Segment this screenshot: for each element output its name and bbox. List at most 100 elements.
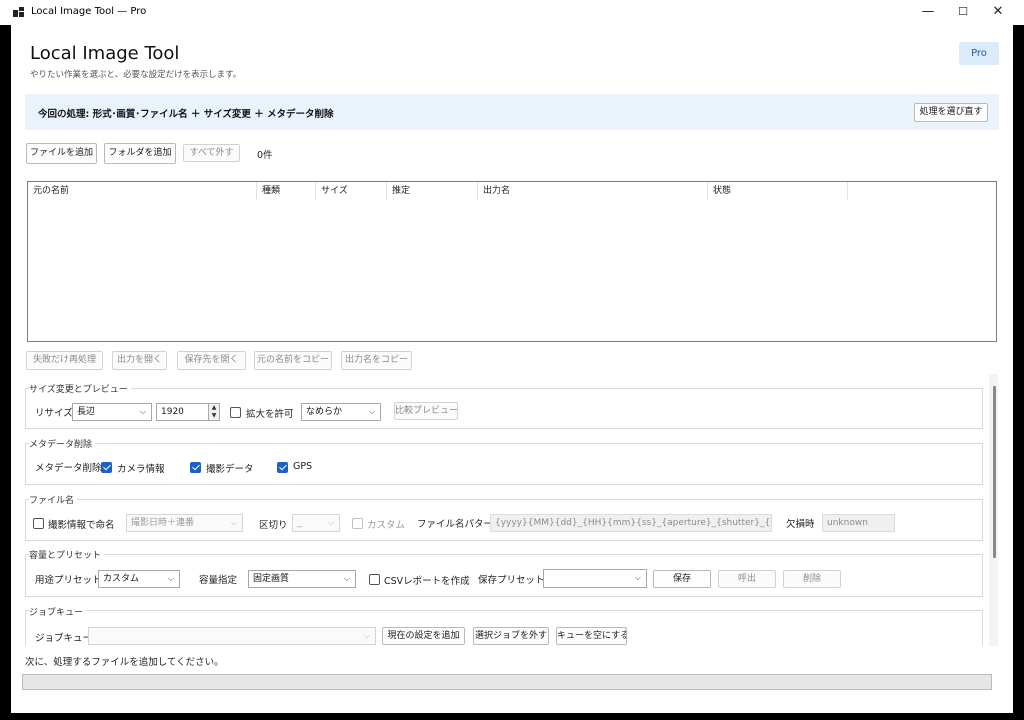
usage-preset-select[interactable]: カスタム ⌵	[98, 570, 180, 588]
queue-section-legend: ジョブキュー	[29, 605, 87, 618]
save-preset-select[interactable]: ⌵	[543, 569, 647, 588]
add-files-button[interactable]: ファイルを追加	[26, 143, 97, 164]
missing-value-input[interactable]: unknown	[822, 514, 895, 532]
chevron-down-icon: ⌵	[139, 407, 146, 416]
name-by-exif-label: 撮影情報で命名	[48, 520, 115, 531]
allow-enlarge-checkbox[interactable]	[230, 407, 241, 418]
save-preset-label: 保存プリセット	[478, 575, 545, 586]
chevron-down-icon: ⌵	[230, 518, 237, 527]
load-preset-button[interactable]: 呼出	[718, 570, 776, 588]
reselect-operation-button[interactable]: 処理を選び直す	[914, 103, 988, 122]
add-current-settings-button[interactable]: 現在の設定を追加	[382, 627, 465, 645]
title-bar: Local Image Tool — Pro — ☐ ✕	[0, 0, 1024, 25]
pattern-input[interactable]: {yyyy}{MM}{dd}_{HH}{mm}{ss}_{aperture}_{…	[490, 514, 772, 532]
window-title: Local Image Tool — Pro	[31, 6, 147, 17]
file-count: 0件	[257, 150, 273, 161]
custom-label: カスタム	[367, 520, 406, 531]
resize-mode-value: 長辺	[77, 407, 96, 417]
open-destination-button[interactable]: 保存先を開く	[177, 351, 246, 370]
save-preset-button[interactable]: 保存	[653, 570, 711, 588]
chevron-down-icon: ⌵	[634, 573, 641, 582]
capacity-value: 固定画質	[253, 574, 290, 584]
shooting-data-label: 撮影データ	[206, 464, 254, 475]
remove-selected-job-button[interactable]: 選択ジョブを外す	[473, 627, 549, 645]
chevron-down-icon: ⌵	[327, 518, 334, 527]
gps-label: GPS	[293, 461, 313, 472]
separator-value: _	[297, 518, 302, 528]
page-subtitle: やりたい作業を選ぶと、必要な設定だけを表示します。	[30, 70, 242, 80]
column-header-status[interactable]: 状態	[708, 182, 848, 200]
settings-scrollbar-thumb[interactable]	[993, 386, 996, 558]
window-frame	[1013, 25, 1024, 720]
missing-label: 欠損時	[786, 519, 815, 530]
column-header-type[interactable]: 種類	[257, 182, 316, 200]
app-icon	[13, 7, 24, 17]
clear-queue-button[interactable]: キューを空にする	[556, 627, 627, 645]
copy-original-name-button[interactable]: 元の名前をコピー	[254, 351, 332, 370]
chevron-down-icon: ⌵	[343, 574, 350, 583]
preset-section-legend: 容量とプリセット	[29, 548, 105, 561]
metadata-section	[25, 443, 983, 485]
column-header-output-name[interactable]: 出力名	[478, 182, 708, 200]
file-table[interactable]: 元の名前 種類 サイズ 推定 出力名 状態	[27, 181, 997, 342]
csv-report-checkbox[interactable]	[369, 574, 380, 585]
csv-report-label: CSVレポートを作成	[384, 576, 470, 587]
minimize-button[interactable]: —	[910, 0, 946, 25]
resize-mode-select[interactable]: 長辺 ⌵	[72, 403, 152, 421]
window-frame	[0, 25, 11, 720]
add-folder-button[interactable]: フォルダを追加	[104, 143, 176, 164]
minimize-icon: —	[921, 4, 935, 19]
allow-enlarge-label: 拡大を許可	[246, 409, 294, 420]
chevron-down-icon: ⌵	[167, 574, 174, 583]
usage-preset-label: 用途プリセット	[35, 575, 102, 586]
size-value: 1920	[161, 407, 184, 417]
queue-select[interactable]: ⌵	[88, 627, 376, 645]
chevron-down-icon: ⌵	[368, 407, 375, 416]
resize-section-legend: サイズ変更とプレビュー	[29, 382, 131, 395]
camera-info-label: カメラ情報	[117, 464, 165, 475]
operation-summary: 今回の処理: 形式･画質･ファイル名 ＋ サイズ変更 ＋ メタデータ削除	[38, 109, 334, 120]
compare-preview-button[interactable]: 比較プレビュー	[394, 402, 458, 420]
metadata-label: メタデータ削除	[35, 463, 102, 474]
copy-output-name-button[interactable]: 出力名をコピー	[341, 351, 412, 370]
window-frame	[0, 713, 1024, 720]
spin-down-icon[interactable]: ▼	[208, 412, 219, 420]
shooting-data-checkbox[interactable]	[190, 462, 201, 473]
close-button[interactable]: ✕	[980, 0, 1016, 25]
remove-all-button[interactable]: すべて外す	[183, 144, 240, 162]
close-icon: ✕	[992, 4, 1004, 19]
gps-checkbox[interactable]	[277, 462, 288, 473]
capacity-label: 容量指定	[199, 575, 238, 586]
open-output-button[interactable]: 出力を開く	[112, 351, 167, 370]
delete-preset-button[interactable]: 削除	[783, 570, 841, 588]
column-header-size[interactable]: サイズ	[316, 182, 387, 200]
retry-failed-button[interactable]: 失敗だけ再処理	[26, 351, 103, 370]
camera-info-checkbox[interactable]	[101, 462, 112, 473]
naming-mode-select[interactable]: 撮影日時＋連番 ⌵	[126, 514, 243, 532]
app-window: Local Image Tool — Pro — ☐ ✕ Local Image…	[0, 0, 1024, 720]
size-spinbox[interactable]: 1920 ▲ ▼	[156, 403, 220, 421]
name-by-exif-checkbox[interactable]	[33, 518, 44, 529]
maximize-icon: ☐	[958, 5, 968, 18]
separator-label: 区切り	[259, 520, 288, 531]
progress-bar	[22, 674, 992, 690]
usage-preset-value: カスタム	[103, 574, 140, 584]
filename-section-legend: ファイル名	[29, 493, 78, 506]
naming-mode-value: 撮影日時＋連番	[131, 518, 195, 528]
pro-badge: Pro	[959, 42, 999, 65]
queue-label: ジョブキュー	[35, 633, 93, 644]
resample-quality-select[interactable]: なめらか ⌵	[301, 403, 381, 421]
custom-checkbox[interactable]	[352, 518, 363, 529]
column-header-estimate[interactable]: 推定	[387, 182, 478, 200]
maximize-button[interactable]: ☐	[945, 0, 981, 25]
resample-quality-value: なめらか	[306, 407, 343, 417]
spin-up-icon[interactable]: ▲	[208, 404, 219, 412]
status-message: 次に、処理するファイルを追加してください。	[25, 657, 224, 668]
separator-select[interactable]: _ ⌵	[292, 514, 340, 532]
page-title: Local Image Tool	[30, 43, 180, 64]
column-header-original-name[interactable]: 元の名前	[28, 182, 257, 200]
chevron-down-icon: ⌵	[363, 631, 370, 640]
metadata-section-legend: メタデータ削除	[29, 437, 96, 450]
capacity-select[interactable]: 固定画質 ⌵	[248, 570, 356, 588]
resize-label: リサイズ	[35, 408, 73, 419]
